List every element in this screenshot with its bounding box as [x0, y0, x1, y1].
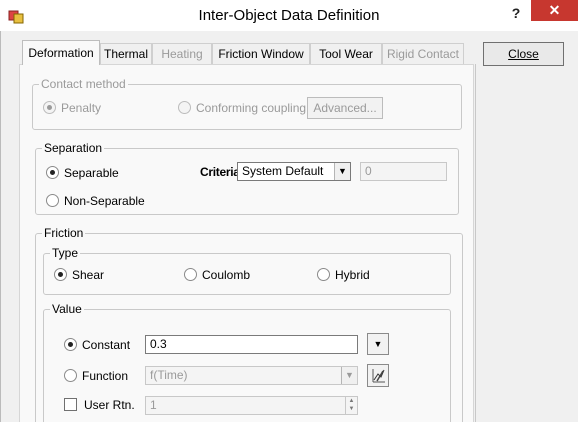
- contact-method-title: Contact method: [39, 77, 128, 91]
- constant-label: Constant: [82, 338, 131, 352]
- close-button[interactable]: Close: [483, 42, 564, 66]
- shear-radio[interactable]: [54, 268, 67, 281]
- hybrid-label: Hybrid: [335, 268, 370, 282]
- chevron-down-icon: ▼: [373, 339, 383, 349]
- close-button-label: Close: [508, 47, 539, 61]
- tab-heating[interactable]: Heating: [152, 43, 212, 65]
- graph-edit-icon: [372, 369, 385, 383]
- user-rtn-value: 1: [150, 398, 157, 412]
- user-rtn-label: User Rtn.: [84, 398, 135, 412]
- separation-title: Separation: [42, 141, 105, 155]
- spinner-arrows-icon[interactable]: ▲ ▼: [345, 397, 357, 414]
- non-separable-label: Non-Separable: [64, 194, 145, 208]
- criteria-number-field[interactable]: 0: [360, 162, 447, 181]
- separable-label: Separable: [64, 166, 119, 180]
- friction-value-title: Value: [50, 302, 84, 316]
- penalty-radio[interactable]: [43, 101, 56, 114]
- conforming-coupling-label: Conforming coupling: [196, 101, 307, 115]
- criteria-select[interactable]: System Default ▼: [237, 162, 351, 181]
- user-rtn-checkbox[interactable]: [64, 398, 77, 411]
- divider: [475, 64, 476, 422]
- penalty-label: Penalty: [61, 101, 102, 115]
- help-button[interactable]: ?: [503, 2, 529, 24]
- shear-label: Shear: [72, 268, 105, 282]
- constant-dropdown-button[interactable]: ▼: [367, 333, 389, 355]
- conforming-coupling-radio[interactable]: [178, 101, 191, 114]
- function-select[interactable]: f(Time) ▼: [145, 366, 358, 385]
- tab-rigid-contact[interactable]: Rigid Contact: [382, 43, 464, 65]
- function-label: Function: [82, 369, 129, 383]
- hybrid-radio[interactable]: [317, 268, 330, 281]
- chevron-down-icon[interactable]: ▼: [334, 163, 350, 180]
- window-close-button[interactable]: ✕: [531, 0, 578, 21]
- user-rtn-field[interactable]: 1 ▲ ▼: [145, 396, 358, 415]
- constant-radio[interactable]: [64, 338, 77, 351]
- friction-type-title: Type: [50, 246, 81, 260]
- tab-friction-window[interactable]: Friction Window: [212, 43, 310, 65]
- coulomb-radio[interactable]: [184, 268, 197, 281]
- criteria-select-value: System Default: [242, 164, 324, 178]
- tab-thermal[interactable]: Thermal: [100, 43, 152, 65]
- function-radio[interactable]: [64, 369, 77, 382]
- coulomb-label: Coulomb: [202, 268, 251, 282]
- title-bar: Inter-Object Data Definition ? ✕: [0, 0, 578, 31]
- friction-title: Friction: [42, 226, 86, 240]
- window-title: Inter-Object Data Definition: [198, 7, 380, 24]
- criteria-label: Criteria: [200, 165, 240, 179]
- function-edit-button[interactable]: [367, 364, 389, 387]
- constant-value-field[interactable]: 0.3: [145, 335, 358, 354]
- function-select-value: f(Time): [150, 368, 188, 382]
- advanced-button[interactable]: Advanced...: [307, 97, 383, 119]
- tab-deformation[interactable]: Deformation: [22, 40, 100, 65]
- non-separable-radio[interactable]: [46, 194, 59, 207]
- tab-tool-wear[interactable]: Tool Wear: [310, 43, 382, 65]
- chevron-down-icon[interactable]: ▼: [341, 367, 357, 384]
- separable-radio[interactable]: [46, 166, 59, 179]
